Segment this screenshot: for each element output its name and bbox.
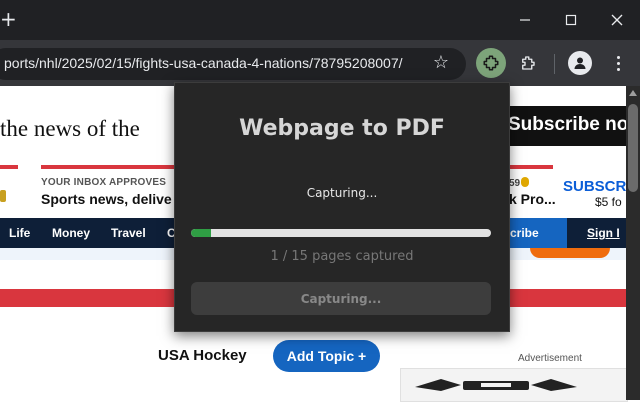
- profile-icon[interactable]: [568, 51, 592, 75]
- toolbar-separator: [554, 54, 555, 74]
- promo-divider: [41, 165, 175, 169]
- maximize-icon[interactable]: [548, 0, 594, 40]
- bookmark-star-icon[interactable]: ☆: [431, 53, 451, 73]
- capture-progress-fill: [191, 229, 211, 237]
- minimize-icon[interactable]: [502, 0, 548, 40]
- ad-logo-icon: [415, 379, 577, 391]
- subscribe-banner-label[interactable]: Subscribe no: [508, 114, 628, 136]
- promo-text[interactable]: k Pro...: [509, 191, 556, 207]
- nav-item-travel[interactable]: Travel: [111, 226, 146, 240]
- scrollbar-thumb[interactable]: [628, 104, 638, 192]
- pages-captured-count: 1 / 15 pages captured: [270, 249, 414, 264]
- capture-progress-bar: [191, 229, 491, 237]
- url-text[interactable]: ports/nhl/2025/02/15/fights-usa-canada-4…: [4, 55, 403, 71]
- topic-label: USA Hockey: [158, 347, 247, 364]
- advertisement[interactable]: [400, 368, 628, 402]
- close-icon[interactable]: [594, 0, 640, 40]
- scroll-up-arrow[interactable]: [629, 90, 637, 96]
- promo-price: 59: [509, 178, 521, 189]
- sign-in-link[interactable]: Sign I: [587, 226, 620, 240]
- add-topic-button[interactable]: Add Topic +: [273, 340, 380, 372]
- nav-item-life[interactable]: Life: [9, 226, 30, 240]
- subscribe-offer[interactable]: SUBSCR: [563, 178, 626, 195]
- subscribe-offer-price: $5 fo: [595, 195, 622, 209]
- newsletter-title[interactable]: Sports news, delive: [41, 191, 172, 207]
- newsletter-kicker: YOUR INBOX APPROVES: [41, 177, 167, 188]
- menu-kebab-icon[interactable]: [608, 51, 628, 75]
- nav-item-money[interactable]: Money: [52, 226, 90, 240]
- promo-logo-icon: [0, 190, 6, 202]
- page-headline: the news of the: [0, 116, 140, 141]
- popup-title: Webpage to PDF: [239, 116, 445, 141]
- capture-button[interactable]: Capturing...: [191, 282, 491, 315]
- promo-divider: [509, 165, 553, 169]
- promo-ribbon: [530, 248, 610, 258]
- promo-divider: [0, 165, 18, 169]
- extensions-puzzle-icon[interactable]: [513, 48, 543, 78]
- ad-label: Advertisement: [518, 353, 582, 364]
- extension-active-icon[interactable]: [476, 48, 506, 78]
- new-tab-icon[interactable]: +: [0, 8, 17, 30]
- medal-icon: [521, 177, 529, 187]
- capture-status: Capturing...: [306, 186, 378, 200]
